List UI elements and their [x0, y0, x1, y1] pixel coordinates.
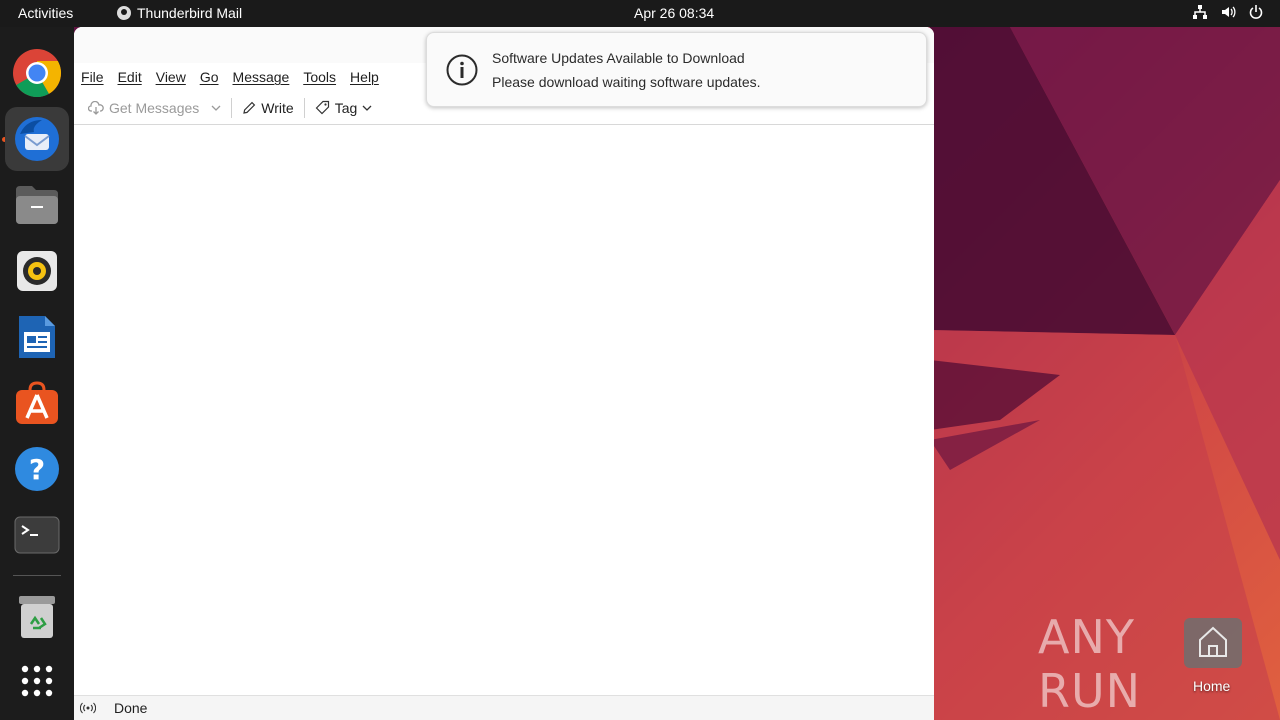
- thunderbird-small-icon: [117, 6, 131, 20]
- volume-icon: [1222, 6, 1236, 18]
- tag-label: Tag: [334, 99, 358, 116]
- home-folder-icon[interactable]: [1184, 618, 1242, 668]
- cloud-download-icon: [88, 100, 104, 115]
- terminal-icon[interactable]: [5, 503, 69, 567]
- help-icon[interactable]: ?: [5, 437, 69, 501]
- home-folder-label: Home: [1193, 678, 1231, 694]
- pencil-icon: [243, 101, 256, 114]
- main-content-area[interactable]: [74, 126, 934, 695]
- dock-separator: [13, 575, 61, 576]
- watermark-text: ANY RUN: [1038, 610, 1142, 718]
- menu-go[interactable]: Go: [200, 65, 219, 91]
- status-text: Done: [114, 700, 148, 716]
- files-icon[interactable]: [5, 173, 69, 237]
- network-icon: [1193, 5, 1207, 19]
- tag-button[interactable]: Tag: [309, 95, 379, 121]
- activities-button[interactable]: Activities: [18, 5, 73, 21]
- write-label: Write: [261, 99, 294, 116]
- menu-view[interactable]: View: [156, 65, 186, 91]
- get-messages-label: Get Messages: [109, 99, 200, 116]
- toolbar-separator: [303, 97, 305, 118]
- menu-tools[interactable]: Tools: [303, 65, 336, 91]
- top-bar: Activities Thunderbird Mail Apr 26 08:34: [0, 0, 1280, 27]
- menu-message[interactable]: Message: [233, 65, 290, 91]
- thunderbird-icon[interactable]: [5, 107, 69, 171]
- svg-text:?: ?: [29, 453, 45, 486]
- menu-bar: File Edit View Go Message Tools Help: [74, 65, 393, 91]
- info-icon: [446, 54, 478, 86]
- menu-file[interactable]: File: [81, 65, 104, 91]
- notification-body: Please download waiting software updates…: [492, 74, 761, 90]
- get-messages-dropdown[interactable]: [205, 95, 227, 121]
- status-bar: Done: [74, 695, 934, 720]
- chevron-down-icon: [211, 105, 221, 111]
- notification-title: Software Updates Available to Download: [492, 50, 745, 66]
- online-status-icon[interactable]: [80, 702, 96, 714]
- app-menu[interactable]: Thunderbird Mail: [117, 5, 242, 21]
- tag-icon: [315, 100, 329, 115]
- app-grid-icon[interactable]: [5, 649, 69, 713]
- chrome-icon[interactable]: [5, 41, 69, 105]
- write-button[interactable]: Write: [236, 95, 299, 121]
- dock: ?: [0, 27, 74, 720]
- trash-icon[interactable]: [5, 585, 69, 649]
- chevron-down-icon: [362, 105, 372, 111]
- menu-edit[interactable]: Edit: [118, 65, 142, 91]
- app-center-icon[interactable]: [5, 371, 69, 435]
- thunderbird-window: File Edit View Go Message Tools Help Get…: [74, 27, 934, 720]
- get-messages-button[interactable]: Get Messages: [82, 95, 205, 121]
- menu-help[interactable]: Help: [350, 65, 379, 91]
- writer-icon[interactable]: [5, 305, 69, 369]
- power-icon: [1249, 5, 1263, 19]
- update-notification[interactable]: Software Updates Available to Download P…: [426, 32, 927, 107]
- rhythmbox-icon[interactable]: [5, 239, 69, 303]
- system-tray[interactable]: [1192, 4, 1264, 20]
- anyrun-watermark: ANY RUN: [1038, 610, 1280, 718]
- app-menu-label: Thunderbird Mail: [137, 5, 243, 21]
- toolbar-separator: [231, 97, 233, 118]
- clock[interactable]: Apr 26 08:34: [634, 5, 714, 21]
